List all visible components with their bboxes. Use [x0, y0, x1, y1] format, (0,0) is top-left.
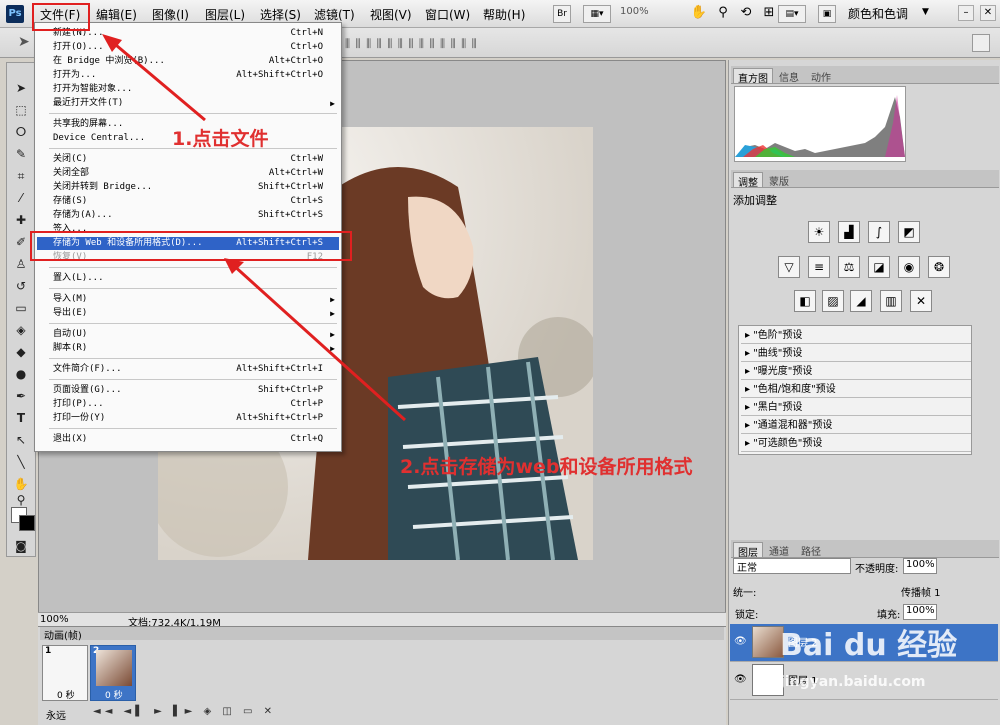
annotation-step-2: 2.点击存储为web和设备所用格式: [400, 456, 693, 478]
annotation-step-1: 1.点击文件: [172, 128, 269, 150]
annotation-arrows: [102, 34, 407, 422]
